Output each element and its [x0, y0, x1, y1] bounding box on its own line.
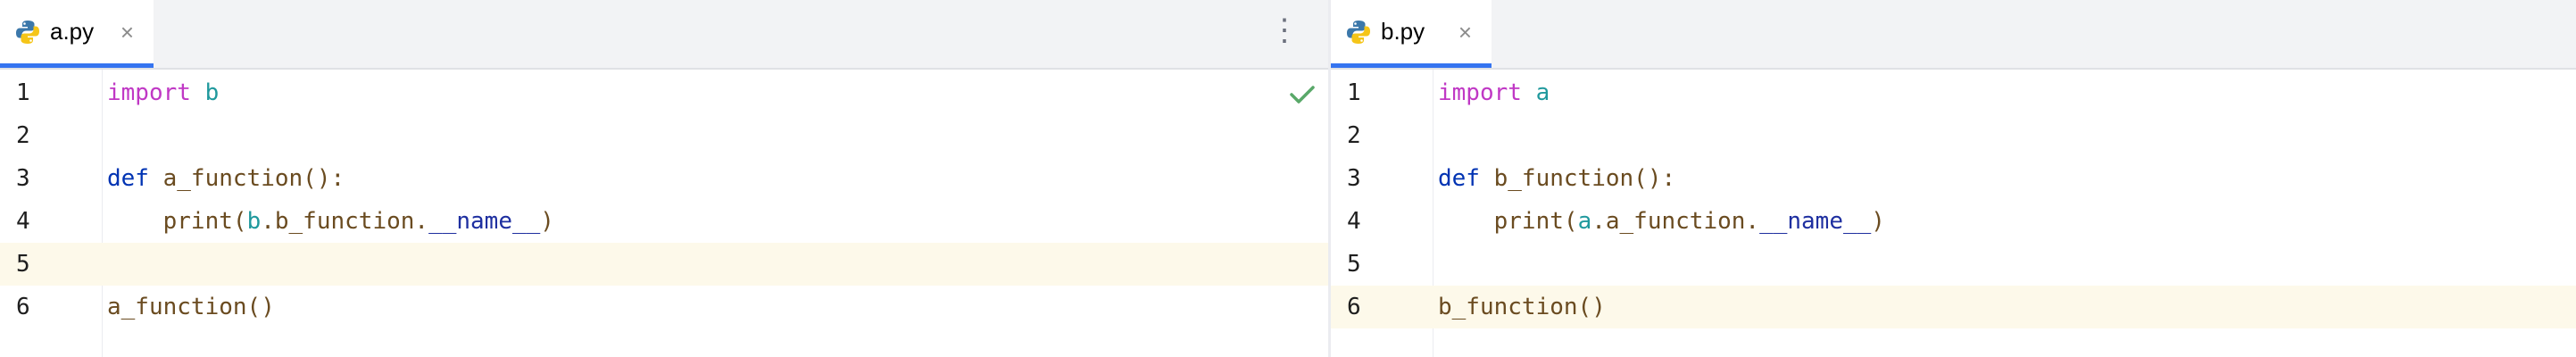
function-call: b_function: [1438, 294, 1578, 320]
module-name: a: [1535, 79, 1550, 106]
line-number: 2: [16, 122, 30, 149]
module-name: b: [246, 208, 262, 235]
line-number: 4: [16, 208, 30, 235]
checkmark-icon: [1290, 86, 1315, 104]
line-number: 1: [1347, 79, 1361, 106]
line-text: b_function(): [1438, 286, 1606, 328]
editor-split: a.py × ⋮ 1 import b 2 3 def a_function()…: [0, 0, 2576, 357]
line-number: 5: [16, 251, 30, 278]
line-text: def b_function():: [1438, 157, 1675, 200]
line-number: 4: [1347, 208, 1361, 235]
line-number: 5: [1347, 251, 1361, 278]
keyword: import: [1438, 79, 1522, 106]
code-line-current: 6 b_function(): [1331, 286, 2576, 328]
code-line: 2: [0, 114, 1328, 157]
line-number: 6: [1347, 294, 1361, 320]
right-editor-pane: b.py × 1 import a 2 3 def b_function(): …: [1331, 0, 2576, 357]
left-code-editor[interactable]: 1 import b 2 3 def a_function(): 4 print…: [0, 70, 1328, 357]
function-name: b_function: [1493, 165, 1634, 192]
close-icon[interactable]: ×: [1458, 21, 1472, 44]
line-text: def a_function():: [107, 157, 345, 200]
code-line: 4 print(b.b_function.__name__): [0, 200, 1328, 243]
function-name: a_function: [162, 165, 303, 192]
line-number: 3: [1347, 165, 1361, 192]
code-line: 1 import a: [1331, 71, 2576, 114]
keyword: def: [107, 165, 149, 192]
builtin-call: print: [162, 208, 233, 235]
line-text: a_function(): [107, 286, 275, 328]
right-code-editor[interactable]: 1 import a 2 3 def b_function(): 4 print…: [1331, 70, 2576, 357]
punctuation: ():: [1633, 165, 1676, 192]
line-text: print(b.b_function.__name__): [107, 200, 554, 243]
left-editor-pane: a.py × ⋮ 1 import b 2 3 def a_function()…: [0, 0, 1328, 357]
line-text: import a: [1438, 71, 1550, 114]
punctuation: (: [232, 208, 247, 235]
line-number: 6: [16, 294, 30, 320]
python-file-icon: [1347, 20, 1370, 44]
close-icon[interactable]: ×: [120, 21, 134, 44]
attribute-access: .b_function.: [261, 208, 429, 235]
attribute-access: .a_function.: [1591, 208, 1760, 235]
tab-b-py[interactable]: b.py ×: [1331, 0, 1492, 68]
function-call: a_function: [107, 294, 247, 320]
code-line: 1 import b: [0, 71, 1328, 114]
line-text: print(a.a_function.__name__): [1438, 200, 1885, 243]
code-line-current: 5: [0, 243, 1328, 286]
builtin-call: print: [1493, 208, 1564, 235]
keyword: def: [1438, 165, 1480, 192]
code-line: 4 print(a.a_function.__name__): [1331, 200, 2576, 243]
tab-a-py[interactable]: a.py ×: [0, 0, 154, 68]
punctuation: ): [1871, 208, 1885, 235]
dunder-attribute: __name__: [428, 208, 541, 235]
line-text: import b: [107, 71, 219, 114]
punctuation: (): [1577, 294, 1606, 320]
line-number: 1: [16, 79, 30, 106]
more-actions-icon[interactable]: ⋮: [1269, 12, 1300, 48]
module-name: a: [1577, 208, 1592, 235]
punctuation: ): [540, 208, 554, 235]
code-line: 3 def b_function():: [1331, 157, 2576, 200]
code-line: 5: [1331, 243, 2576, 286]
python-file-icon: [16, 20, 39, 44]
right-tab-bar: b.py ×: [1331, 0, 2576, 70]
module-name: b: [204, 79, 220, 106]
code-line: 2: [1331, 114, 2576, 157]
line-number: 3: [16, 165, 30, 192]
keyword: import: [107, 79, 191, 106]
punctuation: ():: [303, 165, 345, 192]
code-line: 3 def a_function():: [0, 157, 1328, 200]
code-line: 6 a_function(): [0, 286, 1328, 328]
punctuation: (: [1563, 208, 1578, 235]
line-number: 2: [1347, 122, 1361, 149]
punctuation: (): [246, 294, 275, 320]
dunder-attribute: __name__: [1759, 208, 1872, 235]
tab-b-py-label: b.py: [1381, 18, 1425, 45]
left-tab-bar: a.py × ⋮: [0, 0, 1328, 70]
tab-a-py-label: a.py: [50, 18, 95, 45]
